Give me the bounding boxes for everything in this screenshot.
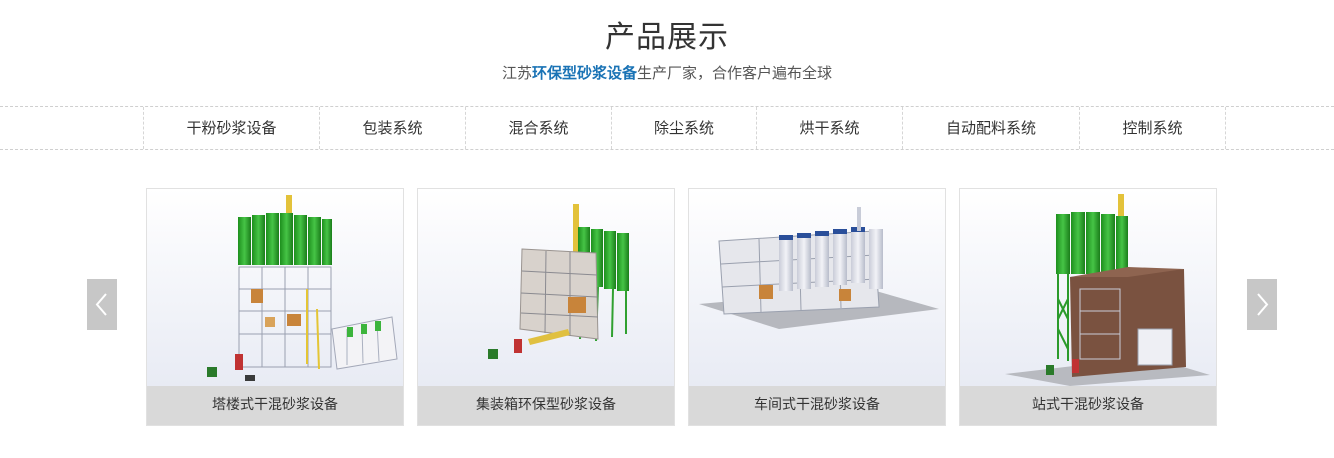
product-card[interactable]: 集装箱环保型砂浆设备 [417,188,675,426]
product-image-station [960,189,1216,386]
chevron-right-icon [1257,293,1269,316]
product-image-container [418,189,674,386]
tab-auto-batching-system[interactable]: 自动配料系统 [902,107,1079,149]
section-subtitle: 江苏环保型砂浆设备生产厂家，合作客户遍布全球 [0,62,1334,83]
category-tabs: 干粉砂浆设备 包装系统 混合系统 除尘系统 烘干系统 自动配料系统 控制系统 [143,107,1226,149]
carousel-prev-button[interactable] [87,279,117,330]
product-caption: 集装箱环保型砂浆设备 [418,386,674,425]
tab-dry-mortar-equipment[interactable]: 干粉砂浆设备 [143,107,319,149]
tab-mixing-system[interactable]: 混合系统 [465,107,611,149]
product-caption: 站式干混砂浆设备 [960,386,1216,425]
tab-control-system[interactable]: 控制系统 [1079,107,1226,149]
tab-packaging-system[interactable]: 包装系统 [319,107,465,149]
product-image-tower [147,189,403,386]
section-title: 产品展示 [605,20,729,55]
chevron-left-icon [95,293,107,316]
category-tab-bar: 干粉砂浆设备 包装系统 混合系统 除尘系统 烘干系统 自动配料系统 控制系统 [0,106,1334,150]
product-card[interactable]: 车间式干混砂浆设备 [688,188,946,426]
product-card[interactable]: 塔楼式干混砂浆设备 [146,188,404,426]
carousel-next-button[interactable] [1247,279,1277,330]
product-card[interactable]: 站式干混砂浆设备 [959,188,1217,426]
product-caption: 车间式干混砂浆设备 [689,386,945,425]
subtitle-highlight: 环保型砂浆设备 [531,64,637,82]
subtitle-prefix: 江苏 [501,64,532,82]
product-caption: 塔楼式干混砂浆设备 [147,386,403,425]
tab-drying-system[interactable]: 烘干系统 [756,107,902,149]
tab-dust-removal-system[interactable]: 除尘系统 [611,107,756,149]
subtitle-suffix: 生产厂家，合作客户遍布全球 [637,64,833,82]
product-image-workshop [689,189,945,386]
